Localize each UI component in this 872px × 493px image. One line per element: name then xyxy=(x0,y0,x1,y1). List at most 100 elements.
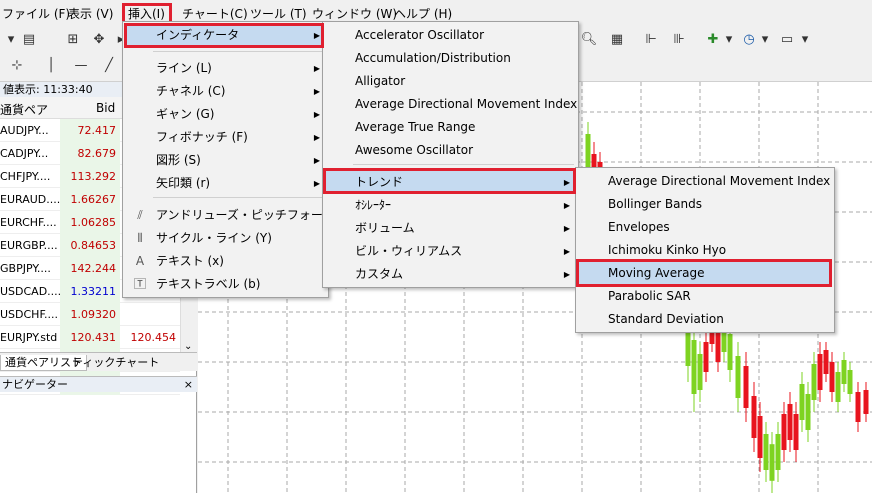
menu-item-label: カスタム xyxy=(355,267,404,281)
menu-item-cycle-lines[interactable]: ⦀ サイクル・ライン (Y) xyxy=(125,227,326,250)
menu-item-label: 矢印類 (r) xyxy=(156,176,211,190)
table-row[interactable]: USDCHF.... 1.09320 xyxy=(0,303,180,326)
candle-body xyxy=(863,390,869,414)
menu-item-bill-williams[interactable]: ビル・ウィリアムス ▶ xyxy=(325,240,576,263)
submenu-arrow-icon: ▶ xyxy=(313,87,320,96)
menu-item-label: Envelopes xyxy=(608,220,670,234)
indicator-dropdown-icon[interactable]: ▾ xyxy=(718,28,740,50)
menu-item-bollinger-bands[interactable]: Bollinger Bands xyxy=(578,193,832,216)
candle-body xyxy=(697,354,703,390)
menu-item-label: Bollinger Bands xyxy=(608,197,702,211)
scroll-down-icon[interactable]: ⌄ xyxy=(184,341,192,352)
symbol-cell: AUDJPY... xyxy=(0,124,49,137)
symbol-cell: EURGBP.... xyxy=(0,239,58,252)
menu-item-volumes[interactable]: ボリューム ▶ xyxy=(325,217,576,240)
trendline-icon[interactable]: ╱ xyxy=(98,54,120,76)
bid-cell: 120.431 xyxy=(60,326,120,349)
table-row[interactable]: EURJPY.std 120.431 120.454 xyxy=(0,326,180,349)
trend-item-highlight xyxy=(323,168,576,194)
menu-item-awesome-oscillator[interactable]: Awesome Oscillator xyxy=(325,139,576,162)
menu-item-label: ボリューム xyxy=(355,221,415,235)
menu-item-label: 図形 (S) xyxy=(156,153,201,167)
text-label-icon: 🅃 xyxy=(133,277,146,291)
menu-item-channels[interactable]: チャネル (C) ▶ xyxy=(125,80,326,103)
menu-item-label: ｵｼﾚｰﾀｰ xyxy=(355,198,392,212)
menu-item-text[interactable]: A テキスト (x) xyxy=(125,250,326,273)
menu-item-label: サイクル・ライン (Y) xyxy=(156,231,272,245)
menu-item-average-true-range[interactable]: Average True Range xyxy=(325,116,576,139)
menu-view[interactable]: 表示 (V) xyxy=(68,5,113,22)
market-watch-tabs: 通貨ペアリスト ティックチャート xyxy=(0,352,197,371)
chart-shift-icon[interactable]: ⊩ xyxy=(640,28,662,50)
menu-item-shapes[interactable]: 図形 (S) ▶ xyxy=(125,149,326,172)
menu-separator xyxy=(153,51,324,52)
crosshair-icon[interactable]: ✥ xyxy=(88,28,110,50)
menu-item-parabolic-sar[interactable]: Parabolic SAR xyxy=(578,285,832,308)
submenu-arrow-icon: ▶ xyxy=(563,247,570,256)
menu-item-alligator[interactable]: Alligator xyxy=(325,70,576,93)
candle-body xyxy=(829,362,835,392)
menu-item-envelopes[interactable]: Envelopes xyxy=(578,216,832,239)
symbol-cell: USDCAD.... xyxy=(0,285,60,298)
submenu-arrow-icon: ▶ xyxy=(563,201,570,210)
text-icon: A xyxy=(135,254,145,268)
menu-item-accelerator-oscillator[interactable]: Accelerator Oscillator xyxy=(325,24,576,47)
close-icon[interactable]: × xyxy=(184,377,193,393)
menu-item-label: Awesome Oscillator xyxy=(355,143,474,157)
autoscroll-icon[interactable]: ⊪ xyxy=(668,28,690,50)
menu-item-label: Alligator xyxy=(355,74,406,88)
cursor-icon[interactable]: ⊹ xyxy=(6,54,28,76)
candle-body xyxy=(823,350,829,374)
zoom-out-icon[interactable]: 🔍︎ xyxy=(578,28,600,50)
menu-item-standard-deviation[interactable]: Standard Deviation xyxy=(578,308,832,331)
vertical-line-icon[interactable]: │ xyxy=(40,54,62,76)
menu-item-custom[interactable]: カスタム ▶ xyxy=(325,263,576,286)
menu-item-label: ビル・ウィリアムス xyxy=(355,244,463,258)
menu-item-oscillators[interactable]: ｵｼﾚｰﾀｰ ▶ xyxy=(325,194,576,217)
menu-item-andrews-pitchfork[interactable]: ⫽ アンドリューズ・ピッチフォーク (A) xyxy=(125,204,356,227)
period-dropdown-icon[interactable]: ▾ xyxy=(754,28,776,50)
candle-body xyxy=(841,360,847,384)
tab-tick-chart[interactable]: ティックチャート xyxy=(68,355,163,371)
menu-help[interactable]: ヘルプ (H) xyxy=(394,5,452,22)
market-watch-icon[interactable]: ⊞ xyxy=(62,28,84,50)
symbol-cell: USDCHF.... xyxy=(0,308,59,321)
menu-tools[interactable]: ツール (T) xyxy=(250,5,307,22)
submenu-arrow-icon: ▶ xyxy=(313,133,320,142)
menu-item-arrows[interactable]: 矢印類 (r) ▶ xyxy=(125,172,326,195)
symbol-cell: CHFJPY.... xyxy=(0,170,51,183)
submenu-arrow-icon: ▶ xyxy=(313,110,320,119)
menu-item-label: Standard Deviation xyxy=(608,312,724,326)
candle-body xyxy=(691,340,697,394)
symbol-cell: EURJPY.std xyxy=(0,331,58,344)
bid-cell: 142.244 xyxy=(60,257,120,280)
menu-item-accumulation-distribution[interactable]: Accumulation/Distribution xyxy=(325,47,576,70)
bid-cell: 1.06285 xyxy=(60,211,120,234)
menu-window[interactable]: ウィンドウ (W) xyxy=(312,5,397,22)
menu-item-gann[interactable]: ギャン (G) ▶ xyxy=(125,103,326,126)
menu-item-label: Accumulation/Distribution xyxy=(355,51,511,65)
insert-menu: インディケータ ▶ ライン (L) ▶ チャネル (C) ▶ ギャン (G) ▶ フィボナッチ … xyxy=(122,21,356,298)
bid-cell: 1.09320 xyxy=(60,303,120,326)
menu-item-text-label[interactable]: 🅃 テキストラベル (b) xyxy=(125,273,326,296)
menu-item-lines[interactable]: ライン (L) ▶ xyxy=(125,57,326,80)
profiles-icon[interactable]: ▤ xyxy=(18,28,40,50)
menu-item-label: ライン (L) xyxy=(156,61,212,75)
menu-item-adx-trend[interactable]: Average Directional Movement Index xyxy=(578,170,832,193)
app-window: ファイル (F) 表示 (V) 挿入(I) チャート(C) ツール (T) ウィ… xyxy=(0,0,872,493)
menu-item-label: フィボナッチ (F) xyxy=(156,130,248,144)
menu-item-adx[interactable]: Average Directional Movement Index xyxy=(325,93,577,116)
horizontal-line-icon[interactable]: — xyxy=(70,54,92,76)
templates-dropdown-icon[interactable]: ▾ xyxy=(794,28,816,50)
menu-item-fibonacci[interactable]: フィボナッチ (F) ▶ xyxy=(125,126,326,149)
menu-chart[interactable]: チャート(C) xyxy=(182,5,248,22)
menu-item-label: チャネル (C) xyxy=(156,84,226,98)
symbol-cell: CADJPY... xyxy=(0,147,49,160)
tile-windows-icon[interactable]: ▦ xyxy=(606,28,628,50)
bid-cell: 1.33211 xyxy=(60,280,120,303)
submenu-arrow-icon: ▶ xyxy=(563,224,570,233)
candle-body xyxy=(735,356,741,398)
column-bid[interactable]: Bid xyxy=(96,101,115,115)
menu-file[interactable]: ファイル (F) xyxy=(2,5,70,22)
column-symbol[interactable]: 通貨ペア xyxy=(0,101,48,118)
